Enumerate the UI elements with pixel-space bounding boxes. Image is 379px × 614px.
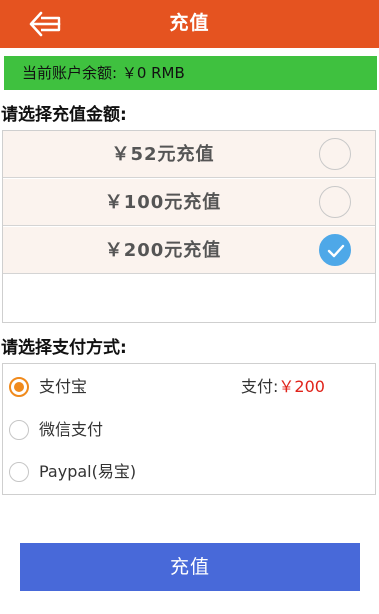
amount-section-label: 请选择充值金额: [1,105,127,125]
header-bar: 充值 [0,0,379,48]
amount-option-100[interactable]: ￥100元充值 [3,179,375,226]
unchecked-circle-icon[interactable] [319,138,351,170]
payment-total-label: 支付: [241,377,279,396]
payment-total-amount: ￥200 [278,377,325,396]
amount-option-label: ￥100元充值 [104,192,222,213]
payment-method-label: 支付宝 [39,377,88,396]
amount-option-200[interactable]: ￥200元充值 [3,227,375,274]
radio-unselected-icon[interactable] [9,462,29,482]
payment-section-label: 请选择支付方式: [1,338,127,358]
payment-method-wechat[interactable]: 微信支付 [3,411,375,449]
payment-method-alipay[interactable]: 支付宝 支付:￥200 [3,368,375,406]
submit-recharge-button[interactable]: 充值 [20,543,360,591]
checkmark-circle-icon[interactable] [319,234,351,266]
payment-method-label: Paypal(易宝) [39,462,137,481]
payment-total: 支付:￥200 [241,368,325,406]
balance-text: 当前账户余额: ￥0 RMB [22,64,185,82]
amount-options: ￥52元充值 ￥100元充值 ￥200元充值 [2,130,376,323]
payment-method-label: 微信支付 [39,420,104,439]
amount-option-label: ￥52元充值 [111,144,215,165]
payment-method-paypal[interactable]: Paypal(易宝) [3,453,375,491]
amount-option-52[interactable]: ￥52元充值 [3,131,375,178]
balance-bar: 当前账户余额: ￥0 RMB [4,56,377,90]
radio-selected-icon[interactable] [9,377,29,397]
page-title: 充值 [169,12,210,34]
payment-methods: 支付宝 支付:￥200 微信支付 Paypal(易宝) [2,363,376,495]
amount-option-label: ￥200元充值 [104,240,222,261]
radio-unselected-icon[interactable] [9,420,29,440]
unchecked-circle-icon[interactable] [319,186,351,218]
